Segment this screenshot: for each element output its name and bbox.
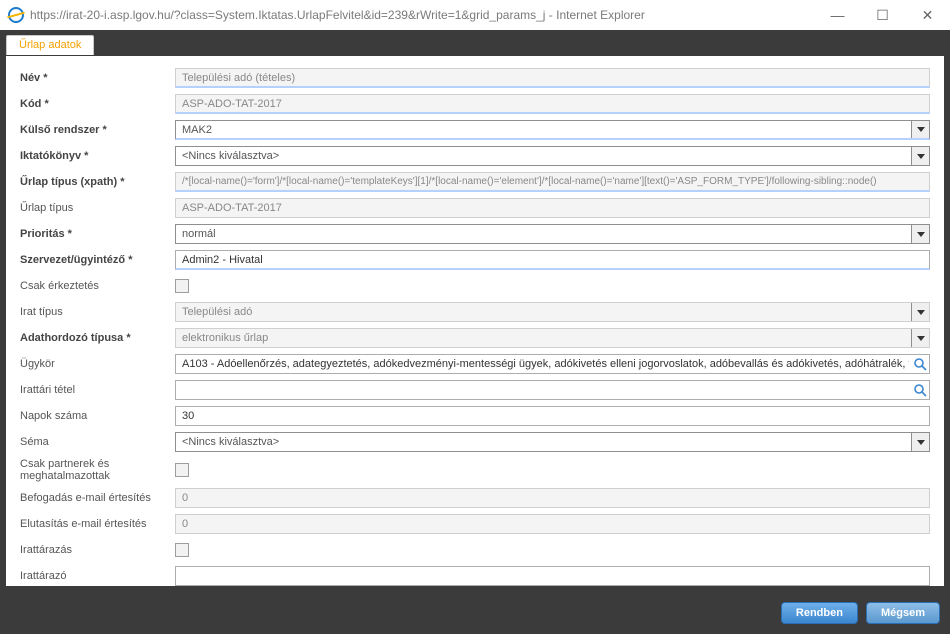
- label-adathordozo: Adathordozó típusa *: [20, 332, 175, 344]
- label-irattarazas: Irattárazás: [20, 544, 175, 556]
- label-irattarazo: Irattárazó: [20, 570, 175, 582]
- window-titlebar: https://irat-20-i.asp.lgov.hu/?class=Sys…: [0, 0, 950, 30]
- app-frame: Űrlap adatok Név * Települési adó (tétel…: [0, 30, 950, 634]
- form-panel: Név * Települési adó (tételes) Kód * ASP…: [6, 56, 944, 586]
- ok-button[interactable]: Rendben: [781, 602, 858, 624]
- label-szervezet: Szervezet/ügyintéző *: [20, 254, 175, 266]
- field-nev: Települési adó (tételes): [175, 68, 930, 88]
- select-kulso-value: MAK2: [182, 124, 212, 136]
- checkbox-csak-erkeztetes[interactable]: [175, 279, 189, 293]
- chevron-down-icon: [911, 147, 929, 165]
- field-kod: ASP-ADO-TAT-2017: [175, 94, 930, 114]
- select-iktatokonyv-value: <Nincs kiválasztva>: [182, 150, 279, 162]
- close-button[interactable]: ✕: [905, 0, 950, 30]
- label-prioritas: Prioritás *: [20, 228, 175, 240]
- label-ugykor: Ügykör: [20, 358, 175, 370]
- chevron-down-icon: [911, 329, 929, 347]
- minimize-button[interactable]: —: [815, 0, 860, 30]
- checkbox-csak-partnerek[interactable]: [175, 463, 189, 477]
- select-kulso[interactable]: MAK2: [175, 120, 930, 140]
- select-prioritas-value: normál: [182, 228, 216, 240]
- field-irattarazo[interactable]: [175, 566, 930, 586]
- lookup-ugykor-button[interactable]: [912, 356, 928, 372]
- label-elutasitas: Elutasítás e-mail értesítés: [20, 518, 175, 530]
- select-iktatokonyv[interactable]: <Nincs kiválasztva>: [175, 146, 930, 166]
- select-adathordozo-value: elektronikus űrlap: [182, 332, 268, 344]
- tab-label: Űrlap adatok: [19, 39, 81, 51]
- field-urlaptipus: ASP-ADO-TAT-2017: [175, 198, 930, 218]
- tab-bar: Űrlap adatok: [0, 30, 950, 56]
- window-title: https://irat-20-i.asp.lgov.hu/?class=Sys…: [30, 8, 815, 22]
- label-urlaptipus: Űrlap típus: [20, 202, 175, 214]
- label-befogadas: Befogadás e-mail értesítés: [20, 492, 175, 504]
- label-sema: Séma: [20, 436, 175, 448]
- field-befogadas: 0: [175, 488, 930, 508]
- window-controls: — ☐ ✕: [815, 0, 950, 30]
- dialog-footer: Rendben Mégsem: [781, 602, 940, 624]
- label-csak-partnerek: Csak partnerek és meghatalmazottak: [20, 458, 175, 482]
- maximize-button[interactable]: ☐: [860, 0, 905, 30]
- select-adathordozo[interactable]: elektronikus űrlap: [175, 328, 930, 348]
- label-irattari: Irattári tétel: [20, 384, 175, 396]
- select-irat-tipus[interactable]: Települési adó: [175, 302, 930, 322]
- label-kod: Kód *: [20, 98, 175, 110]
- ie-icon: [8, 7, 24, 23]
- chevron-down-icon: [911, 121, 929, 138]
- field-irattari[interactable]: [175, 380, 930, 400]
- label-kulso: Külső rendszer *: [20, 124, 175, 136]
- label-csak-erkeztetes: Csak érkeztetés: [20, 280, 175, 292]
- select-sema-value: <Nincs kiválasztva>: [182, 436, 279, 448]
- chevron-down-icon: [911, 303, 929, 321]
- field-elutasitas: 0: [175, 514, 930, 534]
- field-ugykor[interactable]: [175, 354, 930, 374]
- field-szervezet[interactable]: [175, 250, 930, 270]
- tab-urlap-adatok[interactable]: Űrlap adatok: [6, 35, 94, 55]
- label-iktatokonyv: Iktatókönyv *: [20, 150, 175, 162]
- chevron-down-icon: [911, 433, 929, 451]
- label-irat-tipus: Irat típus: [20, 306, 175, 318]
- select-irat-tipus-value: Települési adó: [182, 306, 252, 318]
- chevron-down-icon: [911, 225, 929, 243]
- cancel-button[interactable]: Mégsem: [866, 602, 940, 624]
- field-xpath: /*[local-name()='form']/*[local-name()='…: [175, 172, 930, 192]
- field-napok[interactable]: [175, 406, 930, 426]
- label-xpath: Űrlap típus (xpath) *: [20, 176, 175, 188]
- label-napok: Napok száma: [20, 410, 175, 422]
- checkbox-irattarazas[interactable]: [175, 543, 189, 557]
- label-nev: Név *: [20, 72, 175, 84]
- select-prioritas[interactable]: normál: [175, 224, 930, 244]
- lookup-irattari-button[interactable]: [912, 382, 928, 398]
- select-sema[interactable]: <Nincs kiválasztva>: [175, 432, 930, 452]
